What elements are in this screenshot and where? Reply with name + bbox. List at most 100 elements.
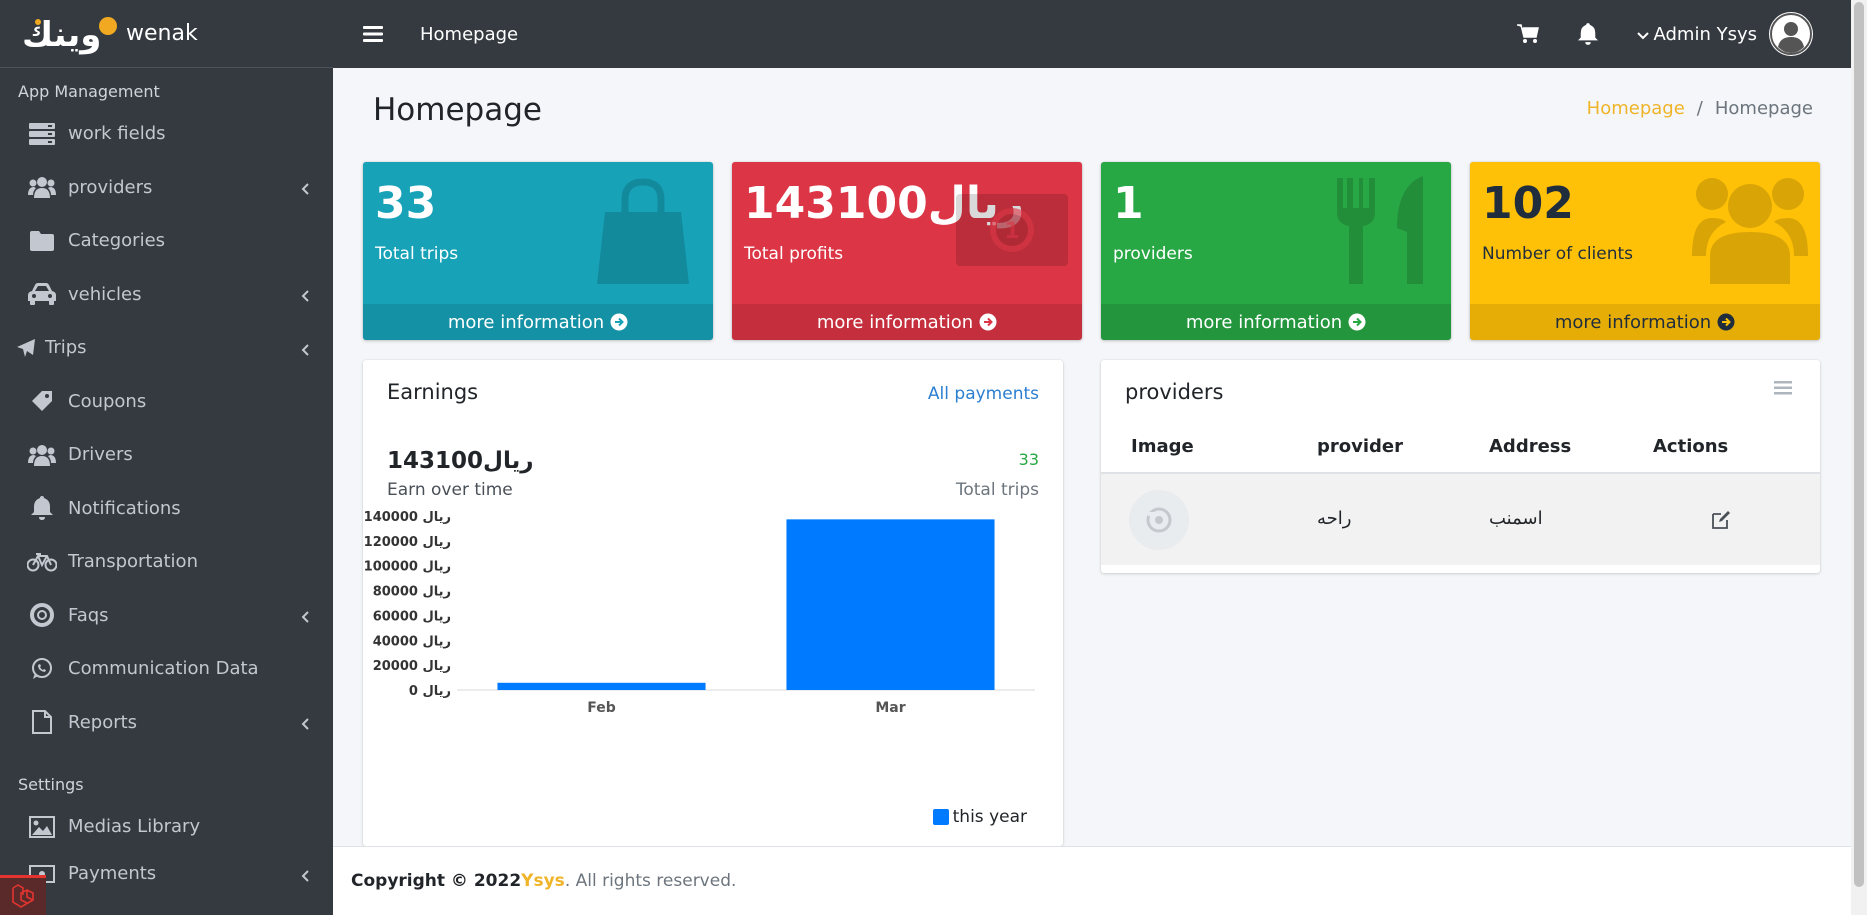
sidebar-item-vehicles[interactable]: vehicles bbox=[0, 268, 333, 322]
sidebar-item-coupons[interactable]: Coupons bbox=[0, 375, 333, 429]
nav-header-app-management: App Management bbox=[18, 82, 160, 101]
column-header: Actions bbox=[1653, 436, 1729, 457]
arrow-circle-right-icon bbox=[979, 313, 997, 331]
chevron-left-icon bbox=[299, 867, 313, 882]
sidebar-item-label: providers bbox=[68, 176, 153, 198]
page-footer: Copyright © 2022 Ysys . All rights reser… bbox=[333, 846, 1851, 915]
sidebar-item-medias-library[interactable]: Medias Library bbox=[0, 800, 333, 854]
menu-icon[interactable] bbox=[1774, 380, 1792, 398]
table-row: راحه اسمنب bbox=[1101, 474, 1820, 565]
table-header: Image provider Address Actions bbox=[1101, 418, 1820, 474]
money-bill-icon: 1 bbox=[954, 172, 1070, 288]
sidebar-item-work-fields[interactable]: work fields bbox=[0, 107, 333, 161]
sidebar-item-reports[interactable]: Reports bbox=[0, 696, 333, 750]
earnings-title: Earnings bbox=[387, 380, 479, 404]
laravel-debugbar-button[interactable] bbox=[0, 875, 46, 915]
sidebar-item-label: Trips bbox=[45, 337, 87, 359]
bell-icon[interactable] bbox=[1576, 22, 1600, 46]
sidebar-item-label: Payments bbox=[68, 863, 157, 884]
stat-value: 33 bbox=[375, 178, 437, 229]
earnings-card: Earnings All payments 143100ريال Earn ov… bbox=[363, 360, 1063, 846]
top-navbar: Homepage Admin Ysys bbox=[333, 0, 1851, 68]
chart-bar-mar[interactable] bbox=[786, 519, 995, 690]
arrow-circle-right-icon bbox=[1717, 313, 1735, 331]
sidebar-item-faqs[interactable]: Faqs bbox=[0, 589, 333, 643]
sidebar-item-notifications[interactable]: Notifications bbox=[0, 482, 333, 536]
sidebar-item-payments[interactable]: Payments bbox=[0, 854, 333, 894]
avatar bbox=[1769, 12, 1813, 56]
car-icon bbox=[27, 281, 57, 307]
topbar-home-link[interactable]: Homepage bbox=[420, 24, 518, 45]
sidebar-item-label: Communication Data bbox=[68, 658, 259, 680]
legend-swatch bbox=[932, 809, 949, 825]
chevron-left-icon bbox=[299, 180, 313, 195]
chart-legend[interactable]: this year bbox=[932, 807, 1027, 827]
trips-label: Total trips bbox=[955, 480, 1039, 500]
stat-value: 102 bbox=[1482, 178, 1574, 229]
svg-text:1: 1 bbox=[1004, 219, 1019, 244]
sidebar-item-transportation[interactable]: Transportation bbox=[0, 535, 333, 589]
more-info-label: more information bbox=[816, 311, 974, 333]
chevron-left-icon bbox=[299, 608, 313, 623]
more-info-link[interactable]: more information bbox=[1470, 304, 1820, 340]
cart-icon[interactable] bbox=[1516, 22, 1540, 46]
user-name: Admin Ysys bbox=[1653, 23, 1758, 45]
stat-box-providers: 1 providers more information bbox=[1101, 162, 1451, 340]
sidebar-item-drivers[interactable]: Drivers bbox=[0, 428, 333, 482]
more-info-label: more information bbox=[447, 311, 605, 333]
page-title: Homepage bbox=[373, 92, 542, 128]
sidebar-item-label: work fields bbox=[68, 123, 166, 145]
sidebar-item-label: Notifications bbox=[68, 497, 181, 519]
arrow-circle-right-icon bbox=[610, 313, 628, 331]
utensils-icon bbox=[1323, 172, 1439, 288]
image-icon bbox=[27, 814, 57, 840]
column-header: Image bbox=[1131, 436, 1194, 457]
providers-title: providers bbox=[1125, 380, 1224, 404]
provider-image bbox=[1129, 490, 1189, 550]
trips-count: 33 bbox=[1018, 450, 1039, 469]
more-info-link[interactable]: more information bbox=[1101, 304, 1451, 340]
all-payments-link[interactable]: All payments bbox=[928, 384, 1039, 404]
sidebar-item-providers[interactable]: providers bbox=[0, 161, 333, 215]
more-info-link[interactable]: more information bbox=[732, 304, 1082, 340]
stat-label: Number of clients bbox=[1482, 244, 1634, 264]
earnings-subtitle: Earn over time bbox=[387, 480, 513, 500]
y-tick-label: 60000 ريال bbox=[373, 609, 451, 624]
sidebar-item-categories[interactable]: Categories bbox=[0, 214, 333, 268]
more-info-link[interactable]: more information bbox=[363, 304, 713, 340]
y-tick-label: 120000 ريال bbox=[364, 535, 451, 550]
file-icon bbox=[27, 709, 57, 735]
users-icon bbox=[1692, 172, 1808, 288]
ticket-icon bbox=[27, 388, 57, 414]
chevron-down-icon bbox=[1636, 27, 1650, 41]
bell-icon bbox=[27, 495, 57, 521]
breadcrumb-home-link[interactable]: Homepage bbox=[1587, 98, 1685, 119]
y-tick-label: 140000 ريال bbox=[364, 510, 451, 525]
main-content: Homepage Homepage / Homepage 33 Total tr… bbox=[333, 68, 1851, 846]
y-tick-label: 40000 ريال bbox=[373, 634, 451, 649]
providers-table: Image provider Address Actions راحه اسمن… bbox=[1101, 418, 1820, 565]
edit-icon[interactable] bbox=[1711, 510, 1731, 530]
providers-card: providers Image provider Address Actions… bbox=[1101, 360, 1820, 573]
scrollbar-thumb[interactable] bbox=[1854, 2, 1864, 887]
x-tick-label: Mar bbox=[875, 700, 905, 716]
y-tick-label: 80000 ريال bbox=[373, 585, 451, 600]
y-tick-label: 100000 ريال bbox=[364, 560, 451, 575]
column-header: provider bbox=[1317, 436, 1404, 457]
sidebar-item-communication-data[interactable]: Communication Data bbox=[0, 642, 333, 696]
provider-address: اسمنب bbox=[1489, 508, 1543, 529]
brand[interactable]: وينك wenak bbox=[0, 0, 333, 68]
footer-brand-link[interactable]: Ysys bbox=[521, 871, 565, 891]
sidebar-item-trips[interactable]: Trips bbox=[0, 321, 333, 375]
stat-box-total-trips: 33 Total trips more information bbox=[363, 162, 713, 340]
user-menu[interactable]: Admin Ysys bbox=[1636, 12, 1813, 56]
more-info-label: more information bbox=[1554, 311, 1712, 333]
sidebar-item-label: Categories bbox=[68, 230, 166, 252]
vertical-scrollbar[interactable] bbox=[1851, 0, 1867, 915]
stat-label: providers bbox=[1113, 244, 1193, 264]
shopping-bag-icon bbox=[585, 172, 701, 288]
hamburger-menu-icon[interactable] bbox=[361, 22, 385, 46]
y-tick-label: 0 ريال bbox=[409, 684, 451, 699]
chart-bar-feb[interactable] bbox=[497, 682, 706, 690]
breadcrumb-current: Homepage bbox=[1714, 98, 1813, 119]
